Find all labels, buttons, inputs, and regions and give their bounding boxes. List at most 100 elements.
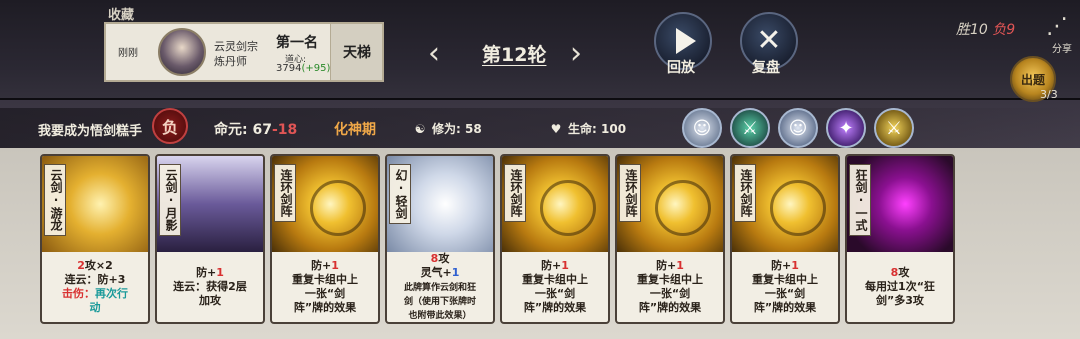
- card-effect-text: 动: [89, 301, 101, 314]
- character-portrait-icon[interactable]: ☺: [682, 108, 722, 148]
- card-effect-line: 防+1: [311, 259, 339, 273]
- round-title[interactable]: 第12轮: [482, 40, 546, 67]
- card-effect-text: 攻: [438, 252, 450, 265]
- play-icon: [676, 28, 696, 54]
- card-effect-line: 每用过1次“狂: [865, 280, 935, 294]
- card-title: 云剑·月影: [159, 164, 181, 236]
- jade-sword-icon[interactable]: ⚔: [730, 108, 770, 148]
- card-effect-line: 8攻: [431, 252, 450, 266]
- cultivation-label: 修为:: [432, 122, 461, 136]
- skill-card[interactable]: 云剑·月影防+1 连云：获得2层 加攻: [155, 154, 265, 324]
- card-effect-text: 再次行: [95, 287, 128, 300]
- review-label[interactable]: 复盘: [752, 57, 780, 77]
- golden-sword-icon[interactable]: ⚔: [874, 108, 914, 148]
- card-effect-text: 防+: [541, 259, 562, 272]
- card-effect-line: 重复卡组中上: [292, 273, 358, 287]
- skill-card[interactable]: 连环剑阵防+1 重复卡组中上 一张“剑 阵”牌的效果: [500, 154, 610, 324]
- share-icon[interactable]: ⋰: [1046, 14, 1068, 39]
- card-effect-text: 也附带此效果）: [408, 311, 472, 321]
- card-effect-text: 重复卡组中上: [292, 273, 358, 286]
- card-effect-line: 剑（使用下张牌时: [404, 294, 476, 308]
- player-name: 我要成为悟剑糕手: [38, 124, 143, 139]
- card-title: 云剑·游龙: [44, 164, 66, 236]
- card-title: 连环剑阵: [504, 164, 526, 222]
- card-effect-line: 灵气+1: [421, 266, 460, 280]
- card-title: 连环剑阵: [274, 164, 296, 222]
- card-effect-line: 阵”牌的效果: [754, 301, 816, 315]
- card-effect-text: 防+: [196, 266, 217, 279]
- card-effect-line: 一张“剑: [535, 287, 575, 301]
- destiny-stat: 命元: 67-18: [214, 119, 297, 139]
- card-effect-text: 1: [451, 266, 460, 279]
- skill-card[interactable]: 狂剑·一式 8攻 每用过1次“狂 剑”多3攻: [845, 154, 955, 324]
- purple-orb-icon[interactable]: ✦: [826, 108, 866, 148]
- card-effect-line: 重复卡组中上: [752, 273, 818, 287]
- card-effect-text: 防+: [656, 259, 677, 272]
- daoxin-value: 3794(+95): [276, 63, 330, 74]
- destiny-delta: -18: [271, 122, 298, 138]
- card-effect: 防+1 重复卡组中上 一张“剑 阵”牌的效果: [617, 252, 723, 322]
- card-effect-line: 也附带此效果）: [408, 308, 471, 322]
- card-effect-text: 阵”牌的效果: [293, 301, 357, 314]
- skill-card[interactable]: 连环剑阵防+1 重复卡组中上 一张“剑 阵”牌的效果: [730, 154, 840, 324]
- next-round-arrow-icon[interactable]: ›: [570, 36, 582, 71]
- share-label[interactable]: 分享: [1052, 40, 1072, 55]
- loss-count: 负9: [992, 22, 1016, 38]
- card-effect-text: 一张“剑: [304, 287, 346, 300]
- card-effect-text: 每用过1次“狂: [865, 280, 935, 293]
- meditation-icon: ☯: [414, 122, 426, 136]
- card-effect-line: 阵”牌的效果: [294, 301, 356, 315]
- avatar: [158, 28, 206, 76]
- previous-round-arrow-icon[interactable]: ‹: [428, 36, 440, 71]
- skill-card[interactable]: 幻·轻剑 8攻 灵气+1 此牌算作云剑和狂 剑（使用下张牌时 也附带此效果）: [385, 154, 495, 324]
- life-stat: ♥ 生命: 100: [548, 120, 626, 137]
- card-effect-text: 击伤：: [62, 287, 95, 300]
- cultivation-value: 58: [465, 122, 482, 136]
- card-effect-text: 一张“剑: [649, 287, 691, 300]
- card-effect: 2攻×2 连云：防+3 击伤：再次行动: [42, 252, 148, 322]
- card-title: 狂剑·一式: [849, 164, 871, 236]
- card-effect-text: 一张“剑: [534, 287, 576, 300]
- card-effect-line: 防+1: [541, 259, 569, 273]
- card-effect: 防+1 重复卡组中上 一张“剑 阵”牌的效果: [732, 252, 838, 322]
- card-effect-text: 防+: [311, 259, 332, 272]
- win-loss-record: 胜10 负9: [956, 19, 1015, 39]
- card-effect-text: 阵”牌的效果: [753, 301, 817, 314]
- card-effect-line: 重复卡组中上: [522, 273, 588, 287]
- card-effect-line: 击伤：再次行: [62, 287, 128, 301]
- card-effect-text: 加攻: [199, 294, 221, 307]
- card-effect-text: 重复卡组中上: [752, 273, 818, 286]
- card-effect-line: 剑”多3攻: [876, 294, 924, 308]
- card-effect-text: 阵”牌的效果: [638, 301, 702, 314]
- realm-label: 化神期: [334, 122, 376, 138]
- card-effect: 8攻 每用过1次“狂 剑”多3攻: [847, 252, 953, 322]
- ladder-label[interactable]: 天梯: [343, 42, 371, 62]
- card-effect-text: 灵气+: [420, 266, 452, 279]
- character-portrait-icon[interactable]: ☺: [778, 108, 818, 148]
- card-effect-line: 防+1: [656, 259, 684, 273]
- card-effect-line: 连云：获得2层: [173, 280, 247, 294]
- chuti-label: 出题: [1020, 72, 1045, 87]
- card-effect: 防+1 重复卡组中上 一张“剑 阵”牌的效果: [502, 252, 608, 322]
- life-label: 生命:: [568, 122, 597, 136]
- card-effect-line: 重复卡组中上: [637, 273, 703, 287]
- card-effect-text: 1: [331, 259, 339, 272]
- skill-card[interactable]: 连环剑阵 防+1 重复卡组中上 一张“剑 阵”牌的效果: [615, 154, 725, 324]
- daoxin-delta: (+95): [301, 63, 331, 74]
- cultivation-stat: ☯ 修为: 58: [412, 120, 482, 137]
- card-effect-line: 防+1: [771, 259, 799, 273]
- card-effect-text: 1: [676, 259, 684, 272]
- card-effect-text: 1: [216, 266, 224, 279]
- card-effect-line: 阵”牌的效果: [524, 301, 586, 315]
- card-effect-text: 剑”多3攻: [876, 294, 924, 307]
- playback-label[interactable]: 回放: [667, 57, 695, 77]
- favorite-label[interactable]: 收藏: [108, 4, 134, 23]
- skill-card[interactable]: 连环剑阵防+1 重复卡组中上 一张“剑 阵”牌的效果: [270, 154, 380, 324]
- sect-name: 云灵剑宗: [214, 40, 258, 53]
- card-title: 连环剑阵: [734, 164, 756, 222]
- card-effect: 8攻 灵气+1 此牌算作云剑和狂 剑（使用下张牌时 也附带此效果）: [387, 252, 493, 322]
- card-effect-text: 连云：防+3: [64, 273, 126, 286]
- skill-card[interactable]: 云剑·游龙 2攻×2 连云：防+3 击伤：再次行动: [40, 154, 150, 324]
- daoxin-number: 3794: [276, 63, 302, 74]
- result-badge: 负: [152, 108, 188, 144]
